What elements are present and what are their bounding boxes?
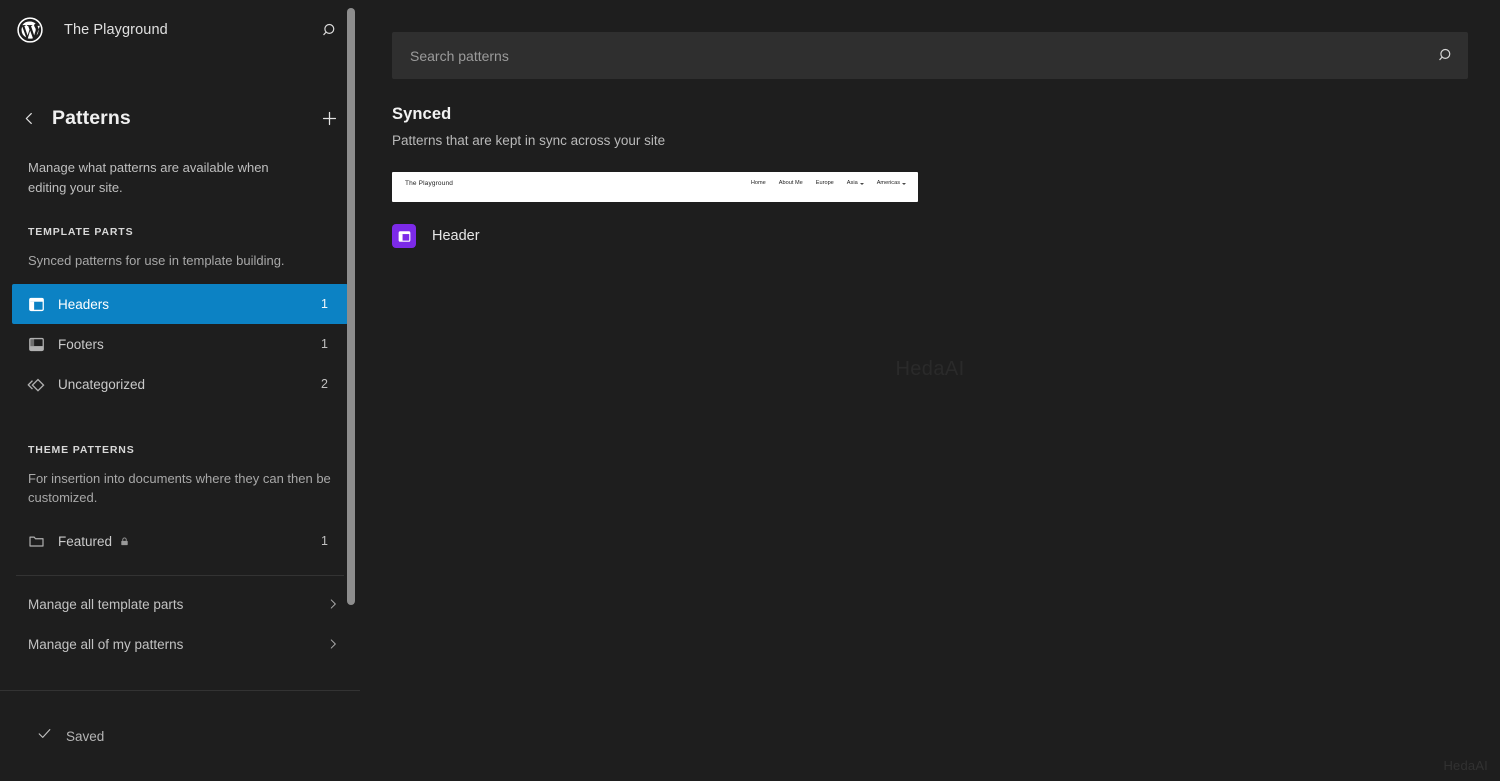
save-status[interactable]: Saved	[36, 725, 104, 747]
preview-nav-item: Americas	[877, 179, 906, 188]
manage-links-list: Manage all template parts Manage all of …	[0, 584, 360, 664]
lock-icon	[119, 536, 130, 547]
sidebar-item-count: 2	[321, 377, 328, 391]
sidebar-item-count: 1	[321, 297, 328, 311]
theme-patterns-section: THEME PATTERNS For insertion into docume…	[0, 444, 360, 561]
template-parts-section: TEMPLATE PARTS Synced patterns for use i…	[0, 226, 360, 404]
preview-nav-label: Europe	[816, 179, 834, 188]
sidebar-item-label: Featured	[58, 534, 112, 549]
plus-icon	[320, 109, 339, 128]
sidebar-scroll-region: The Playground Patterns	[0, 0, 360, 690]
preview-nav-item: Europe	[816, 179, 834, 188]
template-parts-description: Synced patterns for use in template buil…	[0, 251, 360, 270]
chevron-down-icon	[860, 183, 864, 185]
preview-nav-label: Americas	[877, 179, 900, 188]
search-bar	[392, 32, 1468, 79]
sidebar-item-label: Headers	[58, 297, 109, 312]
sidebar-footer: Saved	[0, 690, 360, 781]
search-icon	[1437, 46, 1456, 65]
sidebar-item-label: Footers	[58, 337, 104, 352]
sidebar-scrollbar[interactable]	[347, 0, 355, 690]
watermark-corner: HedaAI	[1443, 758, 1488, 773]
chevron-down-icon	[902, 183, 906, 185]
sidebar-item-footers[interactable]: Footers 1	[12, 324, 348, 364]
sidebar: The Playground Patterns	[0, 0, 360, 781]
main-content: Synced Patterns that are kept in sync ac…	[360, 0, 1500, 781]
watermark-center: HedaAI	[360, 358, 1500, 381]
template-parts-heading: TEMPLATE PARTS	[0, 226, 360, 238]
chevron-right-icon	[326, 597, 340, 611]
sidebar-item-label: Uncategorized	[58, 377, 145, 392]
search-icon	[321, 21, 340, 40]
template-part-header-icon	[24, 292, 48, 316]
add-pattern-button[interactable]	[314, 103, 344, 133]
wordpress-logo-icon[interactable]	[16, 16, 44, 44]
theme-patterns-heading: THEME PATTERNS	[0, 444, 360, 456]
preview-nav-label: About Me	[779, 179, 803, 188]
preview-nav-label: Asia	[847, 179, 858, 188]
pattern-grid: The Playground Home About Me Europe Asia	[392, 172, 1468, 248]
pattern-preview[interactable]: The Playground Home About Me Europe Asia	[392, 172, 918, 202]
template-parts-list: Headers 1 Footers 1	[0, 284, 360, 404]
patterns-manager-app: The Playground Patterns	[0, 0, 1500, 781]
folder-icon	[24, 529, 48, 553]
synced-section-subtitle: Patterns that are kept in sync across yo…	[392, 133, 1468, 148]
manage-link-label: Manage all of my patterns	[28, 637, 183, 652]
search-input[interactable]	[392, 32, 1424, 79]
template-part-header-icon	[392, 224, 416, 248]
uncategorized-diamond-icon	[24, 372, 48, 396]
preview-nav: Home About Me Europe Asia	[751, 179, 906, 188]
sidebar-item-count: 1	[321, 534, 328, 548]
preview-nav-item: Home	[751, 179, 766, 188]
sidebar-scrollbar-thumb[interactable]	[347, 8, 355, 605]
panel-header: Patterns	[0, 96, 360, 140]
sidebar-divider	[16, 575, 344, 576]
pattern-meta: Header	[392, 224, 918, 248]
manage-link-label: Manage all template parts	[28, 597, 183, 612]
theme-patterns-description: For insertion into documents where they …	[0, 469, 360, 507]
pattern-card[interactable]: The Playground Home About Me Europe Asia	[392, 172, 918, 248]
preview-site-brand: The Playground	[405, 179, 453, 188]
theme-patterns-list: Featured 1	[0, 521, 360, 561]
chevron-right-icon	[326, 637, 340, 651]
preview-nav-item: Asia	[847, 179, 864, 188]
check-icon	[36, 725, 53, 747]
preview-nav-label: Home	[751, 179, 766, 188]
pattern-title[interactable]: Header	[432, 228, 480, 244]
site-title: The Playground	[64, 22, 168, 38]
site-search-button[interactable]	[314, 14, 346, 46]
search-submit-button[interactable]	[1424, 32, 1468, 79]
sidebar-item-headers[interactable]: Headers 1	[12, 284, 348, 324]
manage-all-template-parts-link[interactable]: Manage all template parts	[0, 584, 360, 624]
synced-section-title: Synced	[392, 105, 1468, 124]
panel-description: Manage what patterns are available when …	[0, 158, 310, 198]
sidebar-item-featured[interactable]: Featured 1	[12, 521, 348, 561]
sidebar-item-count: 1	[321, 337, 328, 351]
back-button[interactable]	[14, 103, 44, 133]
preview-nav-item: About Me	[779, 179, 803, 188]
page-title: Patterns	[52, 107, 131, 130]
chevron-left-icon	[21, 110, 38, 127]
manage-all-my-patterns-link[interactable]: Manage all of my patterns	[0, 624, 360, 664]
save-status-label: Saved	[66, 729, 104, 744]
site-bar: The Playground	[0, 0, 360, 60]
template-part-footer-icon	[24, 332, 48, 356]
sidebar-item-uncategorized[interactable]: Uncategorized 2	[12, 364, 348, 404]
